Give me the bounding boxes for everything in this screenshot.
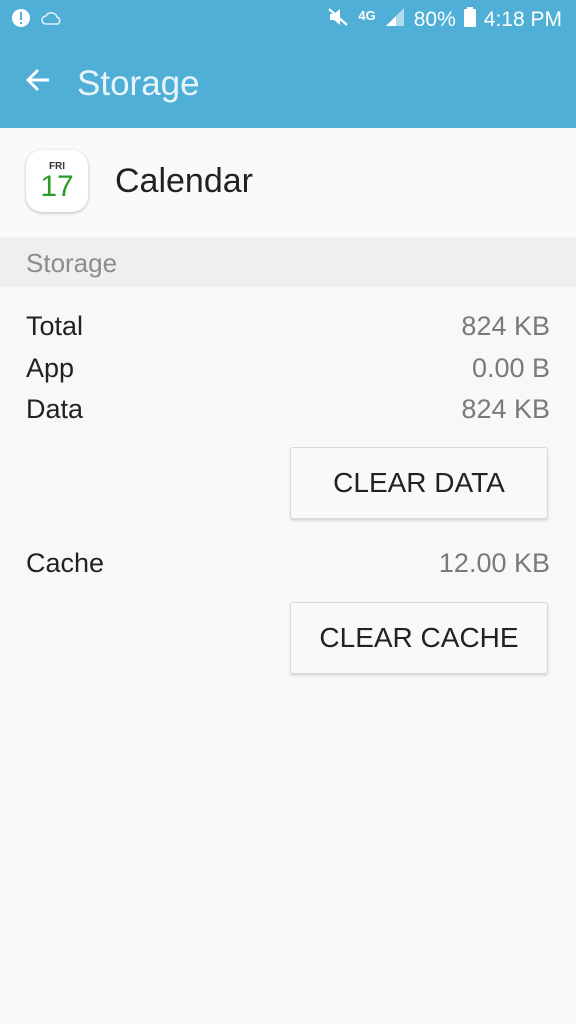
row-label: App: [26, 353, 75, 383]
section-title: Storage: [26, 248, 118, 278]
cache-label: Cache: [26, 548, 105, 578]
arrow-left-icon: [24, 66, 52, 99]
back-button[interactable]: [16, 60, 60, 104]
battery-percent: 80%: [413, 8, 456, 31]
app-header: FRI 17 Calendar: [0, 128, 576, 236]
row-value: 824 KB: [461, 394, 550, 424]
storage-row-app: App 0.00 B: [26, 353, 550, 393]
app-bar: Storage: [0, 40, 576, 128]
mute-icon: [326, 6, 350, 34]
page-title: Storage: [77, 64, 200, 103]
network-icon: 4G: [358, 7, 376, 23]
row-label: Data: [26, 394, 84, 424]
storage-row-data: Data 824 KB: [26, 394, 550, 434]
storage-row-cache: Cache 12.00 KB: [26, 548, 550, 588]
status-left: [10, 8, 64, 32]
status-right: 4G 80% 4:18 PM: [326, 6, 562, 34]
clear-data-button[interactable]: CLEAR DATA: [290, 447, 548, 519]
storage-row-total: Total 824 KB: [26, 311, 550, 351]
app-name: Calendar: [115, 162, 253, 200]
status-bar: 4G 80% 4:18 PM: [0, 0, 576, 40]
clear-cache-button[interactable]: CLEAR CACHE: [290, 602, 548, 674]
alert-icon: [10, 7, 32, 34]
clock: 4:18 PM: [483, 8, 562, 31]
calendar-app-icon: FRI 17: [26, 150, 88, 212]
storage-section-header: Storage: [0, 237, 576, 287]
battery-icon: [463, 6, 476, 34]
cache-value: 12.00 KB: [438, 548, 550, 578]
screen: 4G 80% 4:18 PM Storage FRI 17 Calendar S…: [0, 0, 576, 1024]
cloud-icon: [40, 8, 64, 33]
row-label: Total: [26, 311, 84, 341]
row-value: 0.00 B: [471, 353, 550, 383]
row-value: 824 KB: [461, 311, 550, 341]
calendar-icon-date: 17: [40, 170, 74, 203]
signal-icon: [384, 6, 406, 34]
